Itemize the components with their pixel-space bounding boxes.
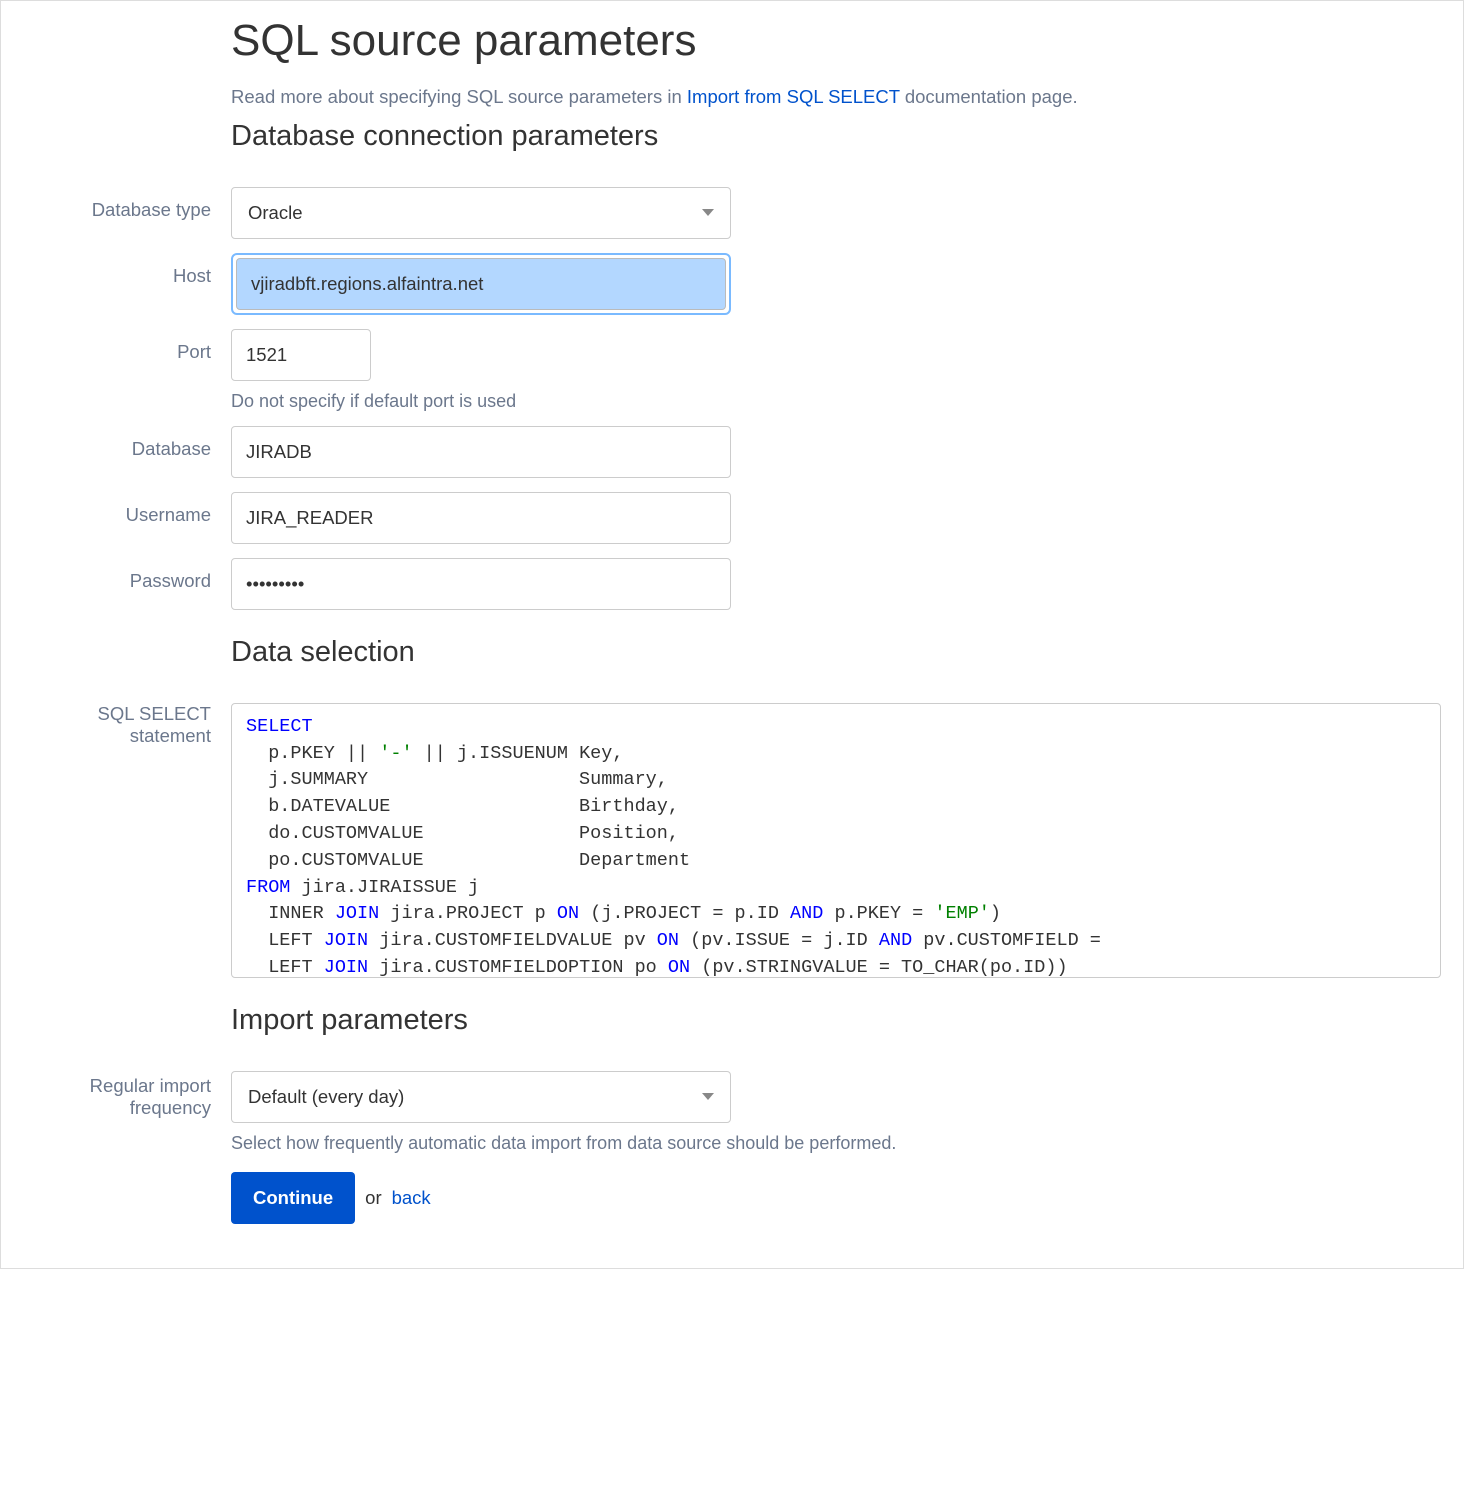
sql-kw: JOIN [324,957,368,978]
intro-suffix: documentation page. [900,86,1078,107]
page-title: SQL source parameters [231,15,1433,68]
port-hint: Do not specify if default port is used [231,391,1433,412]
sql-text: jira.JIRAISSUE j [290,877,479,898]
sql-str: '-' [379,743,412,764]
sql-text: j.SUMMARY Summary, [246,769,668,790]
back-link[interactable]: back [392,1187,431,1209]
sql-text: LEFT [246,957,324,978]
label-sql-select: SQL SELECT statement [31,703,231,747]
sql-kw: ON [657,930,679,951]
label-port: Port [31,329,231,363]
sql-kw: AND [790,903,823,924]
section-data-selection: Data selection [231,636,1433,669]
label-database: Database [31,426,231,460]
import-frequency-select[interactable]: Default (every day) [231,1071,731,1123]
sql-kw: ON [668,957,690,978]
sql-editor[interactable]: SELECT p.PKEY || '-' || j.ISSUENUM Key, … [231,703,1441,978]
sql-kw: JOIN [335,903,379,924]
sql-kw: ON [557,903,579,924]
sql-text: do.CUSTOMVALUE Position, [246,823,679,844]
import-frequency-value: Default (every day) [248,1086,404,1108]
host-input[interactable] [236,258,726,310]
sql-str: 'EMP' [934,903,990,924]
sql-text: pv.CUSTOMFIELD = [912,930,1112,951]
import-frequency-hint: Select how frequently automatic data imp… [231,1133,1433,1154]
sql-text: p.PKEY = [823,903,934,924]
label-username: Username [31,492,231,526]
sql-kw: JOIN [324,930,368,951]
sql-text: INNER [246,903,335,924]
host-focus-ring [231,253,731,315]
sql-text: (j.PROJECT = p.ID [579,903,790,924]
sql-text: ) [990,903,1001,924]
intro-prefix: Read more about specifying SQL source pa… [231,86,687,107]
sql-text: po.CUSTOMVALUE Department [246,850,690,871]
label-password: Password [31,558,231,592]
sql-text: jira.CUSTOMFIELDVALUE pv [368,930,657,951]
sql-text: p.PKEY || [246,743,379,764]
password-input[interactable] [231,558,731,610]
sql-text: (pv.ISSUE = j.ID [679,930,879,951]
continue-button[interactable]: Continue [231,1172,355,1224]
sql-kw: FROM [246,877,290,898]
database-type-select[interactable]: Oracle [231,187,731,239]
intro-text: Read more about specifying SQL source pa… [231,86,1433,108]
label-import-frequency: Regular import frequency [31,1071,231,1119]
sql-text: (pv.STRINGVALUE = TO_CHAR(po.ID)) [690,957,1067,978]
label-host: Host [31,253,231,287]
port-input[interactable] [231,329,371,381]
sql-text: b.DATEVALUE Birthday, [246,796,679,817]
sql-text: jira.PROJECT p [379,903,557,924]
sql-kw: AND [879,930,912,951]
sql-text: jira.CUSTOMFIELDOPTION po [368,957,668,978]
sql-text: LEFT [246,930,324,951]
doc-link[interactable]: Import from SQL SELECT [687,86,900,107]
sql-text: || j.ISSUENUM Key, [413,743,624,764]
section-db-connection: Database connection parameters [231,120,1433,153]
database-input[interactable] [231,426,731,478]
chevron-down-icon [702,209,714,216]
chevron-down-icon [702,1093,714,1100]
label-database-type: Database type [31,187,231,221]
username-input[interactable] [231,492,731,544]
or-text: or [365,1187,381,1209]
sql-source-parameters-form: SQL source parameters Read more about sp… [0,0,1464,1269]
section-import-parameters: Import parameters [231,1004,1433,1037]
database-type-value: Oracle [248,202,303,224]
sql-kw: SELECT [246,716,313,737]
